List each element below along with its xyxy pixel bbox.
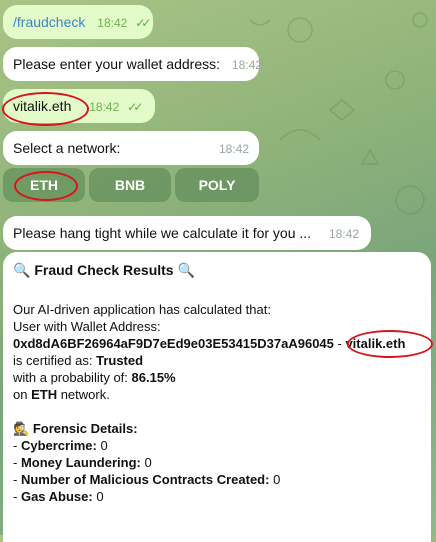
message-time: 18:42 [328, 227, 359, 241]
results-network-line: on ETH network. [13, 386, 421, 403]
network-button-bnb[interactable]: BNB [89, 168, 171, 202]
network-prefix: on [13, 387, 32, 402]
forensic-value: 0 [273, 472, 281, 487]
message-text: Select a network: [13, 140, 121, 156]
highlight-ring-eth [14, 171, 78, 201]
forensic-item: - Number of Malicious Contracts Created:… [13, 472, 281, 487]
forensic-title: Forensic Details: [32, 421, 138, 436]
message-time: 18:42 [231, 58, 262, 72]
magnifier-icon: 🔍 [177, 262, 195, 278]
magnifier-icon: 🔍 [13, 262, 31, 278]
results-certified-line: is certified as: Trusted [13, 352, 421, 369]
forensic-value: 0 [96, 489, 104, 504]
message-text: Please enter your wallet address: [13, 56, 220, 72]
message-text: Please hang tight while we calculate it … [13, 225, 312, 241]
message-select-network[interactable]: Select a network: 18:42 [3, 131, 259, 165]
message-enter-wallet-prompt[interactable]: Please enter your wallet address: 18:42 [3, 47, 262, 81]
wallet-address[interactable]: 0xd8dA6BF26964aF9D7eEd9e03E53415D37aA960… [13, 336, 334, 351]
network-suffix: network. [57, 387, 110, 402]
forensic-label: Gas Abuse: [20, 489, 93, 504]
results-user-line: User with Wallet Address: [13, 319, 161, 334]
message-time: 18:42 [218, 142, 249, 156]
probability-value: 86.15% [131, 370, 176, 385]
highlight-ring-vitalik [2, 92, 89, 126]
results-title-row: 🔍 Fraud Check Results 🔍 [13, 262, 421, 284]
message-fraudcheck-command[interactable]: /fraudcheck 18:42 ✓✓ [3, 5, 153, 39]
forensic-item: - Gas Abuse: 0 [13, 489, 104, 504]
forensic-item: - Money Laundering: 0 [13, 455, 152, 470]
forensic-value: 0 [144, 455, 152, 470]
network-button-poly[interactable]: POLY [175, 168, 259, 202]
forensic-value: 0 [100, 438, 108, 453]
message-time: 18:42 [97, 16, 128, 30]
message-time: 18:42 [89, 100, 120, 114]
forensic-title-row: 🕵 Forensic Details: [13, 420, 421, 437]
certified-value: Trusted [96, 353, 144, 368]
address-separator: - [333, 336, 346, 351]
fraud-check-results-message[interactable]: 🔍 Fraud Check Results 🔍 Our AI-driven ap… [3, 252, 431, 542]
detective-icon: 🕵 [13, 421, 30, 436]
forensic-label: Number of Malicious Contracts Created: [20, 472, 270, 487]
message-hang-tight[interactable]: Please hang tight while we calculate it … [3, 216, 371, 250]
read-ticks-icon: ✓✓ [127, 100, 143, 114]
command-text[interactable]: /fraudcheck [13, 14, 85, 30]
results-title: Fraud Check Results [34, 262, 174, 278]
results-calculated-line: Our AI-driven application has calculated… [13, 302, 271, 317]
forensic-label: Money Laundering: [20, 455, 141, 470]
read-ticks-icon: ✓✓ [135, 16, 151, 30]
forensic-label: Cybercrime: [20, 438, 97, 453]
highlight-ring-ens [347, 330, 433, 358]
probability-label: with a probability of: [13, 370, 132, 385]
certified-label: is certified as: [13, 353, 97, 368]
network-value: ETH [31, 387, 58, 402]
results-probability-line: with a probability of: 86.15% [13, 369, 421, 386]
forensic-item: - Cybercrime: 0 [13, 438, 108, 453]
